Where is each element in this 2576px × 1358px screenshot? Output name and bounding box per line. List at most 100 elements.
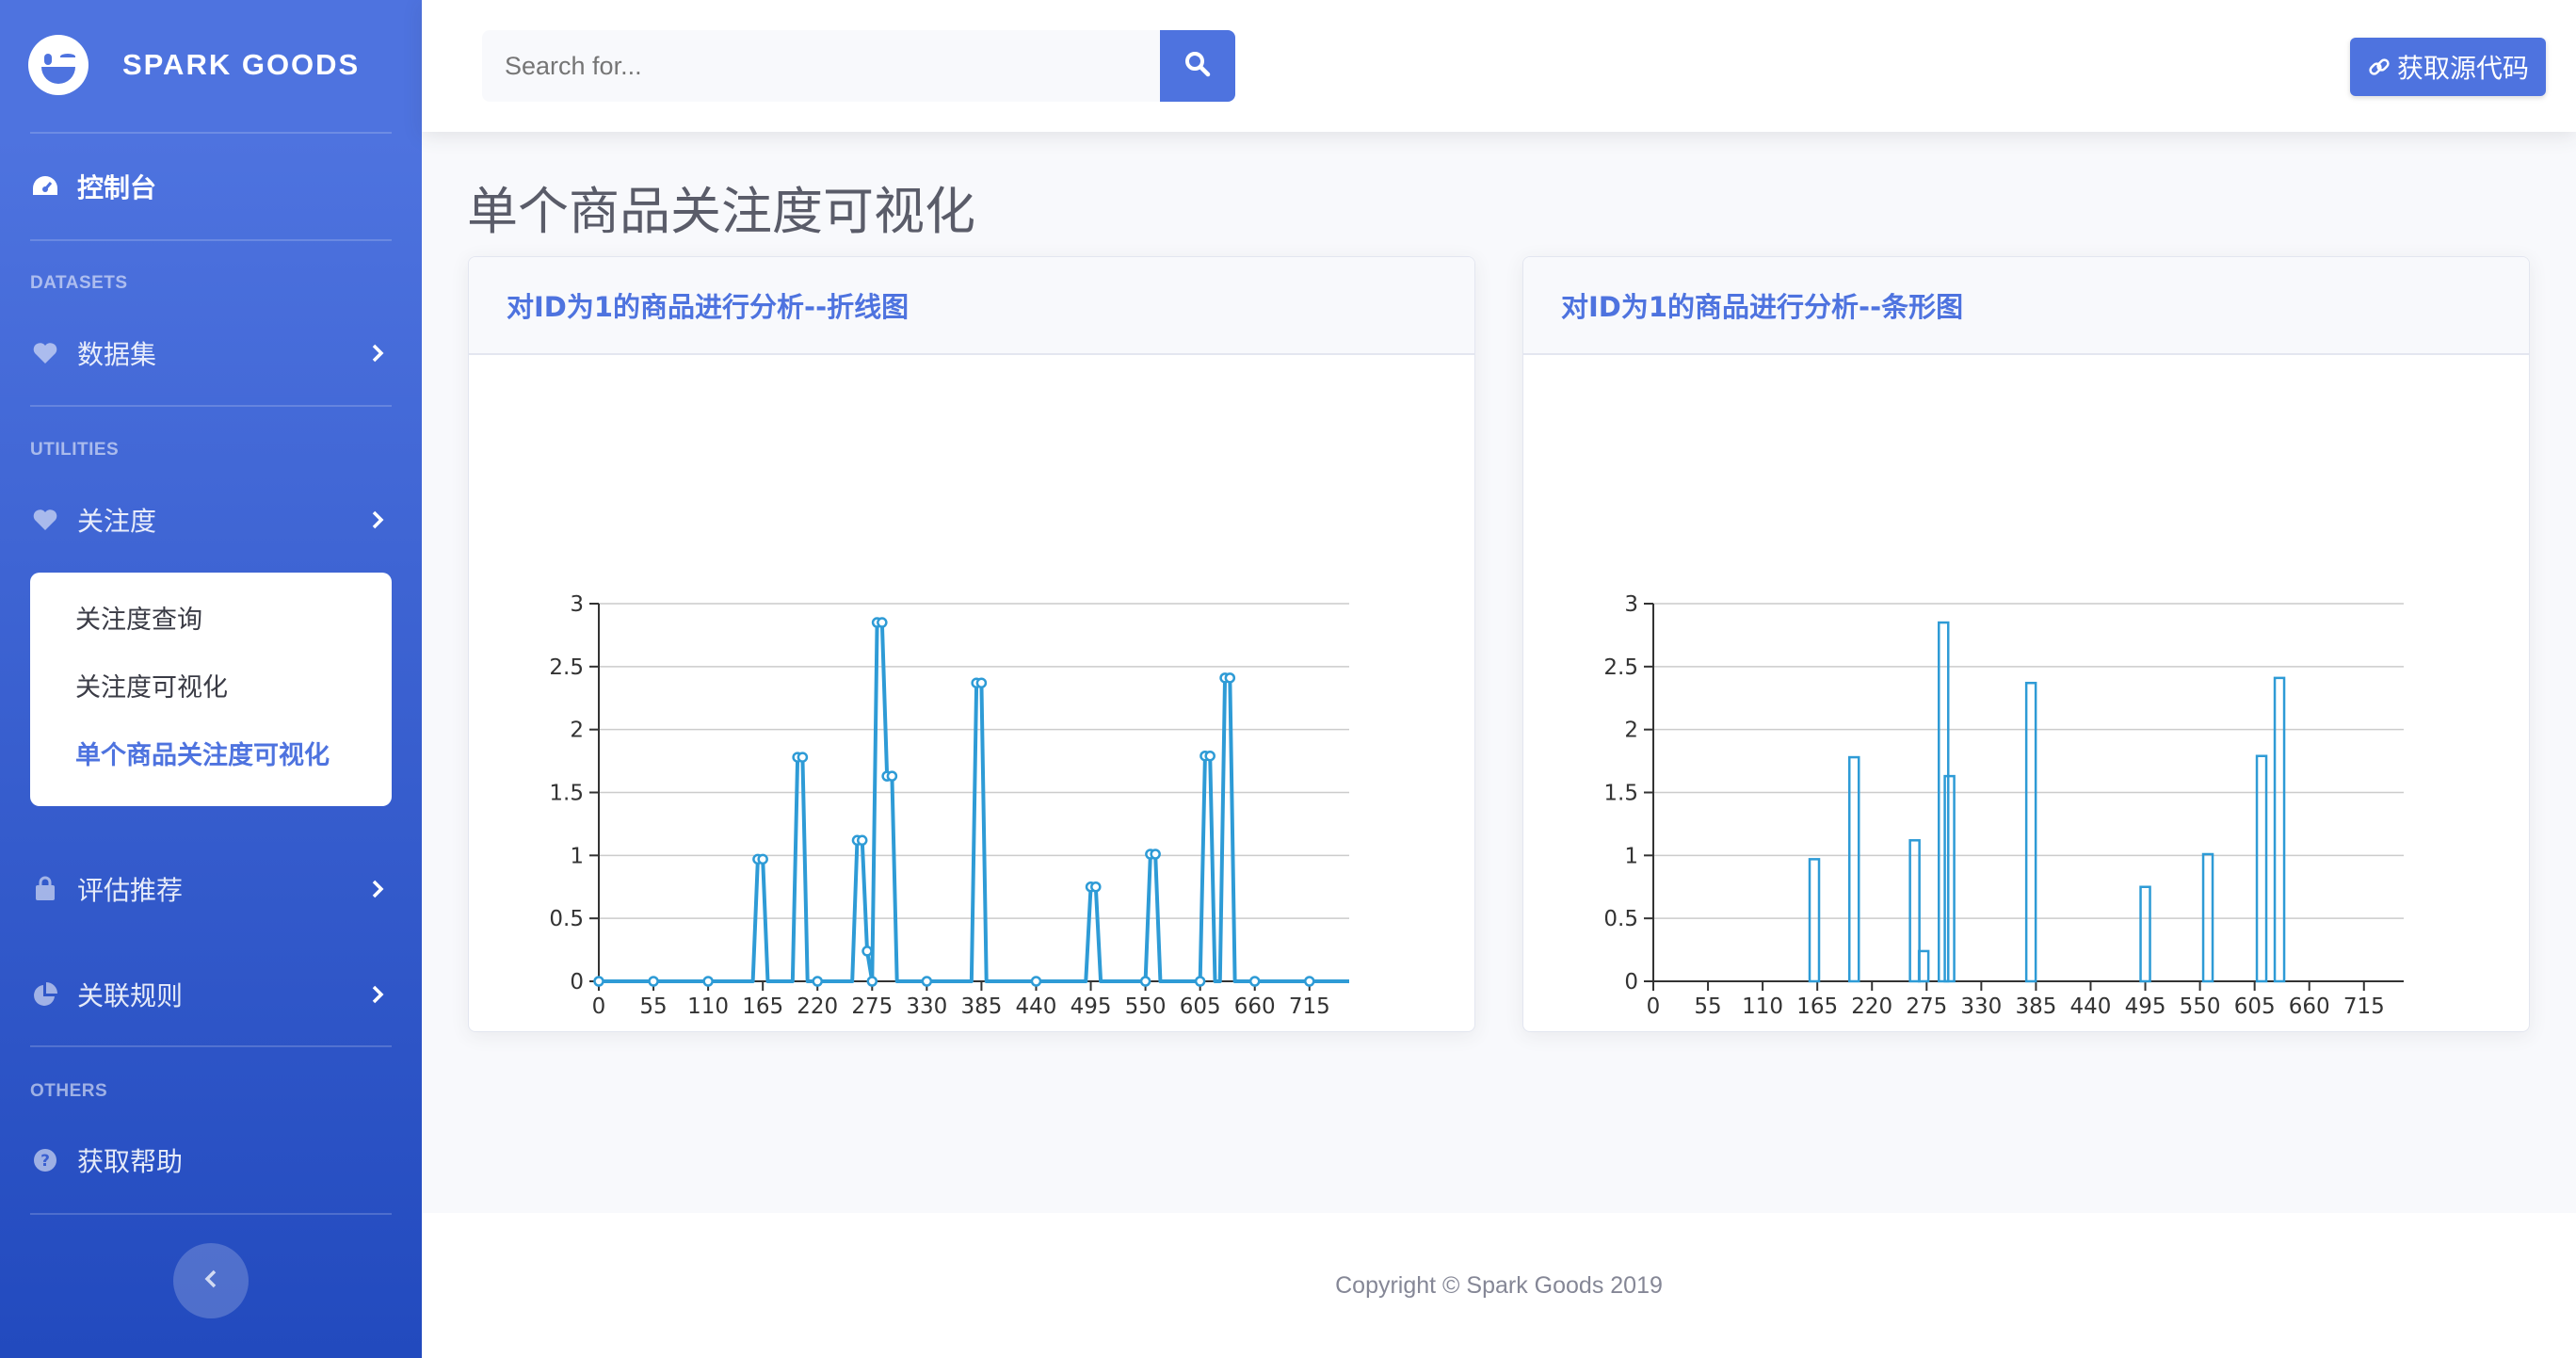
x-tick-label: 550 [2180, 994, 2221, 1019]
submenu-item-query[interactable]: 关注度查询 [75, 599, 202, 636]
search-input[interactable] [482, 30, 1160, 102]
bar [1937, 621, 1950, 983]
footer: Copyright © Spark Goods 2019 [422, 1213, 2576, 1358]
submenu-item-visualization[interactable]: 关注度可视化 [75, 667, 228, 703]
y-tick-label: 1 [1624, 844, 1638, 868]
topbar: 获取源代码 [422, 0, 2576, 132]
line-chart[interactable]: 0 0.5 1 1.5 2 2.5 3 0 55 110 165 220 275 330 385 440 495… [469, 355, 1475, 1032]
sidebar-divider [30, 1045, 392, 1047]
data-point [861, 946, 873, 957]
chevron-left-icon [203, 1269, 218, 1293]
data-point [856, 834, 868, 847]
data-point [866, 976, 878, 987]
x-tick-label: 0 [592, 994, 606, 1019]
card-header: 对ID为1的商品进行分析--条形图 [1523, 257, 2529, 355]
search-button[interactable] [1160, 30, 1235, 102]
y-tick-label: 1 [570, 844, 584, 868]
y-tick-label: 0 [1624, 970, 1638, 994]
get-source-button[interactable]: 获取源代码 [2350, 38, 2546, 96]
x-tick-label: 715 [2343, 994, 2385, 1019]
x-tick-label: 330 [1960, 994, 2002, 1019]
x-tick-label: 660 [2289, 994, 2330, 1019]
sidebar-item-label: 获取帮助 [77, 1146, 184, 1177]
sidebar-item-evaluate[interactable]: 评估推荐 [30, 861, 392, 917]
x-tick-label: 220 [1851, 994, 1892, 1019]
bar [1847, 755, 1860, 983]
data-point [757, 853, 768, 865]
sidebar-item-rules[interactable]: 关联规则 [30, 966, 392, 1023]
bar [2139, 885, 2151, 983]
x-tick-label: 165 [742, 994, 783, 1019]
data-point [1150, 849, 1161, 860]
brand[interactable]: SPARK GOODS [28, 32, 360, 98]
data-point [1030, 976, 1042, 987]
x-tick-label: 605 [2234, 994, 2276, 1019]
y-tick-label: 2.5 [1603, 655, 1638, 680]
data-point [702, 976, 714, 987]
sidebar-item-attention[interactable]: 关注度 [30, 492, 392, 548]
sidebar-toggle-button[interactable] [173, 1243, 249, 1318]
heart-icon [30, 338, 60, 368]
bar [2024, 681, 2037, 983]
sidebar-item-label: 数据集 [77, 339, 157, 370]
bar [2273, 676, 2286, 983]
x-tick-label: 275 [851, 994, 893, 1019]
data-point [648, 976, 659, 987]
sidebar-divider [30, 239, 392, 241]
y-tick-label: 2 [570, 719, 584, 743]
data-point [1090, 881, 1102, 893]
x-tick-label: 440 [1016, 994, 1057, 1019]
x-tick-label: 605 [1180, 994, 1221, 1019]
x-tick-label: 55 [639, 994, 667, 1019]
question-circle-icon: ? [30, 1145, 60, 1175]
x-tick-label: 0 [1647, 994, 1661, 1019]
data-point [975, 677, 988, 688]
y-tick-label: 0 [570, 970, 584, 994]
data-point [812, 976, 823, 987]
sidebar-item-label: 关注度 [77, 506, 157, 537]
card-body: 0 0.5 1 1.5 2 2.5 3 0 55 110 165 220 275 330 385 440 495… [469, 355, 1475, 1032]
bar-chart-card: 对ID为1的商品进行分析--条形图 0 0.5 1 1.5 2 2.5 3 0 55 110 165… [1522, 256, 2530, 1032]
sidebar-item-help[interactable]: ? 获取帮助 [30, 1132, 392, 1188]
x-tick-label: 440 [2070, 994, 2112, 1019]
pie-chart-icon [30, 979, 60, 1010]
svg-text:?: ? [40, 1152, 50, 1171]
chevron-right-icon [363, 980, 392, 1009]
sidebar-item-label: 评估推荐 [77, 875, 184, 906]
bar [1808, 858, 1821, 983]
x-tick-label: 550 [1125, 994, 1167, 1019]
bar [1943, 774, 1956, 983]
y-tick-label: 0.5 [549, 907, 584, 931]
shopping-bag-icon [30, 874, 60, 904]
x-tick-label: 275 [1906, 994, 1947, 1019]
x-tick-label: 495 [2125, 994, 2166, 1019]
y-tick-label: 1.5 [1603, 782, 1638, 806]
submenu-item-single-product[interactable]: 单个商品关注度可视化 [75, 735, 330, 771]
sidebar-item-datasets[interactable]: 数据集 [30, 325, 392, 381]
attention-submenu: 关注度查询 关注度可视化 单个商品关注度可视化 [30, 573, 392, 806]
x-tick-label: 495 [1071, 994, 1112, 1019]
card-title: 对ID为1的商品进行分析--条形图 [1561, 291, 1964, 323]
data-point [1304, 976, 1315, 987]
card-header: 对ID为1的商品进行分析--折线图 [469, 257, 1474, 355]
logo-icon [28, 35, 89, 95]
bar-chart[interactable]: 0 0.5 1 1.5 2 2.5 3 0 55 110 165 220 275 330 385 440 495… [1523, 355, 2530, 1032]
sidebar-divider [30, 132, 392, 134]
section-heading: DATASETS [30, 273, 128, 293]
data-point [593, 976, 604, 987]
sidebar-item-label: 关联规则 [77, 980, 184, 1011]
search-icon [1183, 50, 1212, 82]
data-point [1224, 672, 1236, 684]
series-line [599, 621, 1349, 983]
sidebar-item-dashboard[interactable]: 控制台 [30, 158, 392, 215]
data-point [1248, 976, 1261, 987]
data-point [1194, 976, 1206, 987]
copyright-text: Copyright © Spark Goods 2019 [1335, 1271, 1663, 1299]
data-point [1204, 750, 1216, 762]
x-tick-label: 385 [960, 994, 1002, 1019]
chevron-right-icon [363, 339, 392, 367]
x-tick-label: 220 [797, 994, 838, 1019]
bar [2255, 754, 2268, 983]
data-point [886, 770, 898, 782]
search-form [482, 30, 1235, 102]
